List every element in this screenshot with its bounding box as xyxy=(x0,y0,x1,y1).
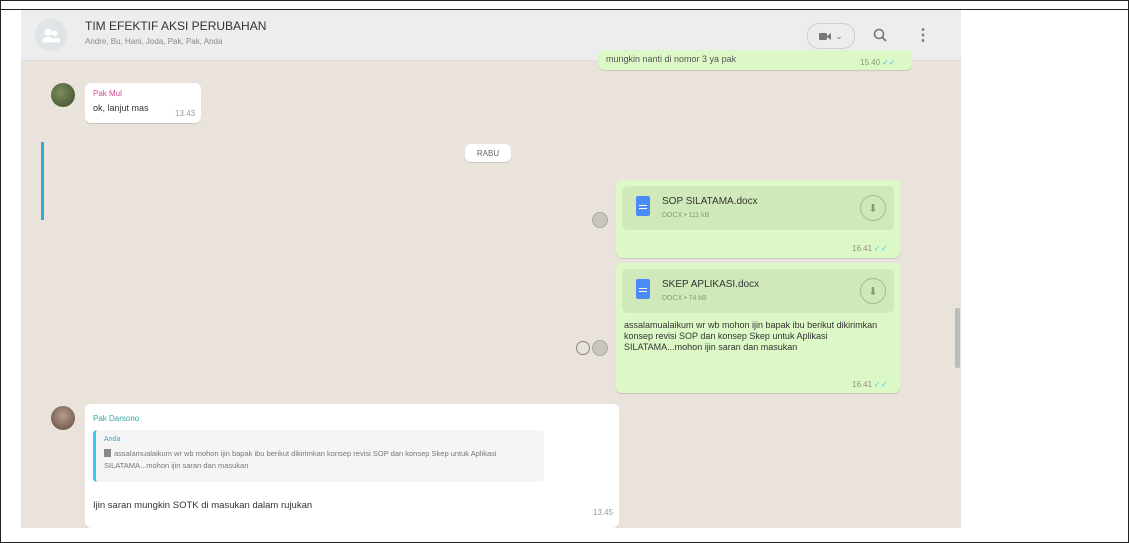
selection-accent xyxy=(41,142,44,220)
participant-list: Andre, Bu, Hani, Joda, Pak, Pak, Anda xyxy=(85,37,223,46)
document-icon xyxy=(104,449,111,457)
message-time: 13.45 xyxy=(593,508,614,517)
avatar-pak-darsono[interactable] xyxy=(51,406,75,430)
message-pak-mul[interactable]: Pak Mul ok, lanjut mas 13.43 xyxy=(85,83,201,123)
quoted-message[interactable]: Anda assalamualaikum wr wb mohon ijin ba… xyxy=(93,430,544,482)
time-value: 16.41 xyxy=(852,380,873,389)
chevron-down-icon: ⌄ xyxy=(835,30,843,41)
message-text: ok, lanjut mas xyxy=(93,103,149,113)
group-avatar[interactable] xyxy=(35,19,67,51)
menu-button[interactable]: ⋮ xyxy=(915,22,931,48)
document-meta: DOCX • 111 kB xyxy=(662,212,710,219)
message-time: 15.40 ✓✓ xyxy=(860,58,895,67)
message-pak-darsono[interactable]: Pak Darsono Anda assalamualaikum wr wb m… xyxy=(85,404,619,528)
document-attachment[interactable]: SKEP APLIKASI.docx DOCX • 74 kB ⬇ xyxy=(622,269,894,313)
date-divider: RABU xyxy=(465,144,511,162)
message-time: 13.43 xyxy=(175,109,196,118)
quote-text: assalamualaikum wr wb mohon ijin bapak i… xyxy=(104,448,534,472)
document-attachment[interactable]: SOP SILATAMA.docx DOCX • 111 kB ⬇ xyxy=(622,186,894,230)
message-time: 16.41 ✓✓ xyxy=(852,244,887,253)
forward-icon[interactable] xyxy=(592,212,608,228)
avatar-pak-mul[interactable] xyxy=(51,83,75,107)
sender-name[interactable]: Pak Mul xyxy=(93,89,122,98)
forward-icon[interactable] xyxy=(592,340,608,356)
message-text: Ijin saran mungkin SOTK di masukan dalam… xyxy=(93,500,313,511)
download-icon: ⬇ xyxy=(868,202,878,215)
document-meta: DOCX • 74 kB xyxy=(662,295,707,302)
scrollbar-thumb[interactable] xyxy=(955,308,960,368)
read-ticks-icon: ✓✓ xyxy=(874,244,888,253)
kebab-menu-icon: ⋮ xyxy=(915,27,931,44)
message-doc-skep[interactable]: SKEP APLIKASI.docx DOCX • 74 kB ⬇ assala… xyxy=(616,263,900,393)
document-name: SKEP APLIKASI.docx xyxy=(662,279,760,290)
document-icon xyxy=(636,279,650,299)
document-name: SOP SILATAMA.docx xyxy=(662,196,758,207)
message-time: 16.41 ✓✓ xyxy=(852,380,887,389)
search-icon xyxy=(873,28,887,42)
message-caption: assalamualaikum wr wb mohon ijin bapak i… xyxy=(624,320,878,352)
time-value: 15.40 xyxy=(860,58,881,67)
message-outgoing-partial[interactable]: mungkin nanti di nomor 3 ya pak 15.40 ✓✓ xyxy=(598,50,912,70)
document-icon xyxy=(636,196,650,216)
reply-icon[interactable] xyxy=(576,341,590,355)
quote-text-value: assalamualaikum wr wb mohon ijin bapak i… xyxy=(104,449,497,470)
read-ticks-icon: ✓✓ xyxy=(874,380,888,389)
video-camera-icon xyxy=(819,32,832,40)
quote-author: Anda xyxy=(104,436,121,443)
search-button[interactable] xyxy=(867,22,893,48)
download-icon: ⬇ xyxy=(868,285,878,298)
download-button[interactable]: ⬇ xyxy=(860,278,886,304)
group-icon xyxy=(41,28,61,43)
download-button[interactable]: ⬇ xyxy=(860,195,886,221)
group-title: TIM EFEKTIF AKSI PERUBAHAN xyxy=(85,19,267,33)
time-value: 16.41 xyxy=(852,244,873,253)
read-ticks-icon: ✓✓ xyxy=(882,58,896,67)
message-text: mungkin nanti di nomor 3 ya pak xyxy=(606,54,737,64)
sender-name[interactable]: Pak Darsono xyxy=(93,414,139,423)
message-doc-sop[interactable]: SOP SILATAMA.docx DOCX • 111 kB ⬇ 16.41 ✓… xyxy=(616,180,900,258)
chat-window: TIM EFEKTIF AKSI PERUBAHAN Andre, Bu, Ha… xyxy=(21,10,961,528)
video-call-button[interactable]: ⌄ xyxy=(807,23,855,49)
